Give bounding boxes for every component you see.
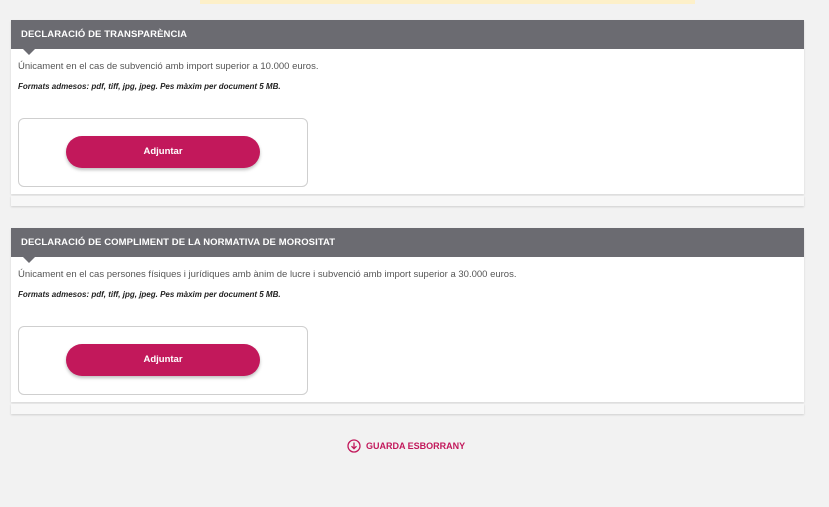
section-formats-note: Formats admesos: pdf, tiff, jpg, jpeg. P… — [18, 82, 281, 91]
card-footer-strip — [11, 196, 804, 206]
attach-button[interactable]: Adjuntar — [66, 344, 260, 376]
upload-box: Adjuntar — [18, 326, 308, 395]
section-description: Únicament en el cas persones físiques i … — [18, 269, 517, 280]
section-title: DECLARACIÓ DE TRANSPARÈNCIA — [11, 20, 804, 55]
save-draft-button[interactable]: GUARDA ESBORRANY — [347, 438, 465, 454]
upload-box: Adjuntar — [18, 118, 308, 187]
top-notice-strip — [200, 0, 695, 4]
section-description: Únicament en el cas de subvenció amb imp… — [18, 61, 319, 72]
attach-button[interactable]: Adjuntar — [66, 136, 260, 168]
card-footer-strip — [11, 404, 804, 414]
page: DECLARACIÓ DE TRANSPARÈNCIA Únicament en… — [0, 0, 829, 507]
section-title: DECLARACIÓ DE COMPLIMENT DE LA NORMATIVA… — [11, 228, 804, 263]
section-formats-note: Formats admesos: pdf, tiff, jpg, jpeg. P… — [18, 290, 281, 299]
section-transparency: DECLARACIÓ DE TRANSPARÈNCIA Únicament en… — [11, 20, 804, 194]
download-circle-icon — [347, 439, 361, 453]
section-late-payment-compliance: DECLARACIÓ DE COMPLIMENT DE LA NORMATIVA… — [11, 228, 804, 402]
save-draft-label: GUARDA ESBORRANY — [366, 441, 466, 451]
